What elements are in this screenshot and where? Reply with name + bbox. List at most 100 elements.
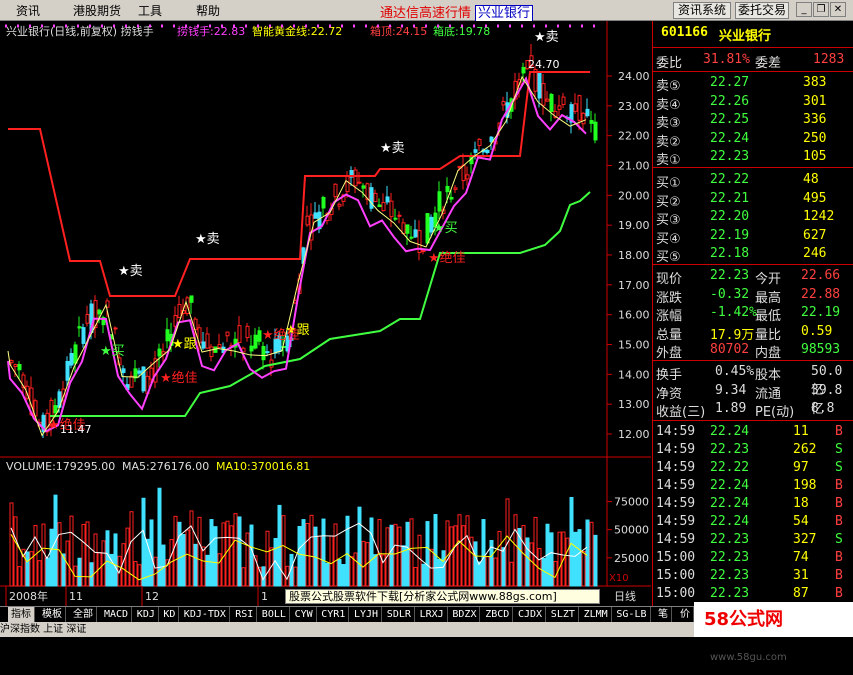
candle-body	[237, 325, 242, 343]
candle-body	[337, 203, 342, 207]
ad-banner[interactable]: 股票公式股票软件下载[分析家公式网www.88gs.com]	[285, 589, 600, 604]
volume-bar	[337, 558, 342, 587]
volume-bar	[573, 531, 578, 587]
volume-bar	[265, 530, 270, 587]
volume-bar	[441, 550, 446, 587]
volume-bar	[125, 527, 130, 587]
candle-body	[85, 313, 90, 324]
volume-bar	[41, 523, 46, 587]
tab-zbcd[interactable]: ZBCD	[482, 607, 514, 622]
tab-sdlr[interactable]: SDLR	[384, 607, 415, 622]
period-label[interactable]: 日线	[614, 589, 636, 603]
tab-lrxj[interactable]: LRXJ	[417, 607, 448, 622]
tab-bdzx[interactable]: BDZX	[449, 607, 481, 622]
tab-kdj[interactable]: KDJ	[134, 607, 159, 622]
tab-zlmm[interactable]: ZLMM	[581, 607, 612, 622]
tab-sg-lb[interactable]: SG-LB	[613, 607, 651, 622]
sell-price: 22.26	[710, 93, 750, 109]
stat-row: 换手 0.45% 股本 50.0亿	[653, 363, 853, 398]
volume-bar	[205, 554, 210, 587]
tab-kd[interactable]: KD	[160, 607, 180, 622]
stat-label: 总量	[656, 327, 683, 343]
quote-tab-0[interactable]: 笔	[655, 607, 672, 622]
volume-bar	[413, 566, 418, 587]
candle-body	[477, 138, 482, 146]
buy-label: 买⑤	[656, 250, 681, 265]
volume-bar	[333, 523, 338, 587]
buy-row: 买④ 22.19 627	[653, 227, 853, 247]
menu-help[interactable]: 帮助	[196, 2, 220, 19]
tab-rsi[interactable]: RSI	[232, 607, 258, 622]
stat-row: 涨幅 -1.42% 最低 22.19	[653, 304, 853, 324]
volume-bar	[433, 514, 438, 587]
info-system-button[interactable]: 资讯系统	[673, 2, 731, 19]
menu-info[interactable]: 资讯	[16, 2, 40, 19]
y-tick-label: 20.00	[618, 189, 650, 202]
tab-cjdx[interactable]: CJDX	[515, 607, 547, 622]
candle-body	[589, 119, 594, 124]
volume-bar	[485, 556, 490, 587]
volume-unit: X10	[609, 573, 629, 584]
tick-price: 22.23	[710, 550, 750, 565]
close-icon[interactable]: ✕	[830, 2, 846, 17]
volume-bar	[225, 520, 230, 587]
volume-bar	[501, 547, 506, 587]
tick-price: 22.23	[710, 532, 750, 547]
signal-sell-icon: ★卖	[118, 264, 143, 279]
trade-button[interactable]: 委托交易	[735, 2, 789, 19]
candle-body	[305, 215, 310, 226]
candle-body	[449, 196, 454, 200]
tick-volume: 74	[793, 550, 809, 565]
volume-bar	[541, 558, 546, 587]
app-title: 通达信高速行情 兴业银行	[380, 2, 534, 22]
volume-bar	[141, 497, 146, 587]
volume-bar	[181, 534, 186, 587]
tab-模板[interactable]: 模板	[39, 607, 66, 622]
menu-hk-futures[interactable]: 港股期货	[73, 2, 121, 19]
sell-price: 22.27	[710, 75, 750, 90]
volume-bar	[509, 561, 514, 587]
volume-bar	[493, 557, 498, 587]
sell-price: 22.24	[710, 130, 750, 146]
tick-row: 14:59 22.24 18 B	[653, 495, 853, 513]
candle-body	[77, 326, 82, 329]
tab-macd[interactable]: MACD	[101, 607, 133, 622]
stat-label: 股本	[755, 368, 782, 383]
candle-body	[69, 352, 74, 366]
gold-line-value: 智能黄金线:22.72	[252, 24, 342, 38]
stat-label: 内盘	[755, 346, 782, 361]
volume-bar	[249, 524, 254, 587]
divider	[653, 47, 853, 48]
stat-value: -0.32	[710, 286, 750, 302]
candle-body	[385, 196, 390, 203]
volume-bar	[133, 561, 138, 587]
volume-bar	[217, 553, 222, 587]
tab-lyjh[interactable]: LYJH	[351, 607, 383, 622]
tab-全部[interactable]: 全部	[70, 607, 97, 622]
tab-cyr1[interactable]: CYR1	[318, 607, 350, 622]
quote-tab-1[interactable]: 价	[677, 607, 694, 622]
tab-slzt[interactable]: SLZT	[548, 607, 579, 622]
tab-boll[interactable]: BOLL	[259, 607, 290, 622]
tab-指标[interactable]: 指标	[8, 607, 35, 622]
vol-tick-label: 25000	[614, 552, 649, 565]
volume-bar	[425, 521, 430, 587]
tick-time: 14:59	[656, 514, 696, 529]
price-max-label: 24.70	[528, 58, 560, 71]
tab-cyw[interactable]: CYW	[292, 607, 317, 622]
menu-tools[interactable]: 工具	[138, 2, 162, 19]
candle-body	[549, 93, 554, 112]
tick-volume: 31	[793, 568, 809, 583]
tab-kdj-tdx[interactable]: KDJ-TDX	[181, 607, 230, 622]
volume-bar	[497, 530, 502, 587]
watermark-text: 58公式网	[704, 609, 784, 630]
candle-body	[321, 196, 326, 209]
tick-side: B	[835, 478, 843, 493]
restore-icon[interactable]: ❐	[813, 2, 829, 17]
kline-chart[interactable]: 兴业银行(日线,前复权) 捞钱手 捞钱手:22.83 智能黄金线:22.72 箱…	[0, 21, 651, 606]
candle-body	[201, 341, 206, 349]
sell-price: 22.23	[710, 149, 750, 164]
volume-bar	[525, 537, 530, 587]
tick-row: 14:59 22.24 54 B	[653, 513, 853, 531]
minimize-icon[interactable]: _	[796, 2, 812, 17]
